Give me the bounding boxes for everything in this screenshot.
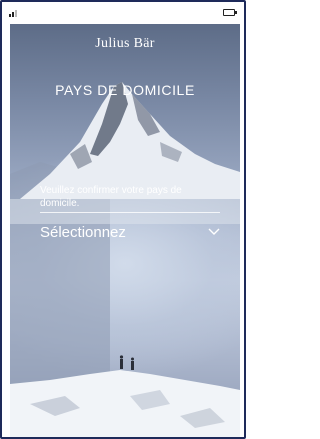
page-title: PAYS DE DOMICILE	[55, 82, 195, 98]
signal-icon	[9, 10, 17, 17]
divider	[40, 212, 220, 213]
app-screen: Julius Bär PAYS DE DOMICILE Veuillez con…	[10, 24, 240, 437]
country-prompt: Veuillez confirmer votre pays de domicil…	[40, 185, 182, 209]
brand-logo: Julius Bär	[95, 36, 155, 51]
device-frame: Julius Bär PAYS DE DOMICILE Veuillez con…	[0, 0, 246, 439]
status-bar	[2, 2, 244, 24]
country-select[interactable]: Sélectionnez	[40, 222, 220, 246]
chevron-down-icon[interactable]	[208, 228, 220, 236]
country-select-label: Sélectionnez	[40, 224, 126, 241]
battery-icon	[223, 9, 237, 16]
